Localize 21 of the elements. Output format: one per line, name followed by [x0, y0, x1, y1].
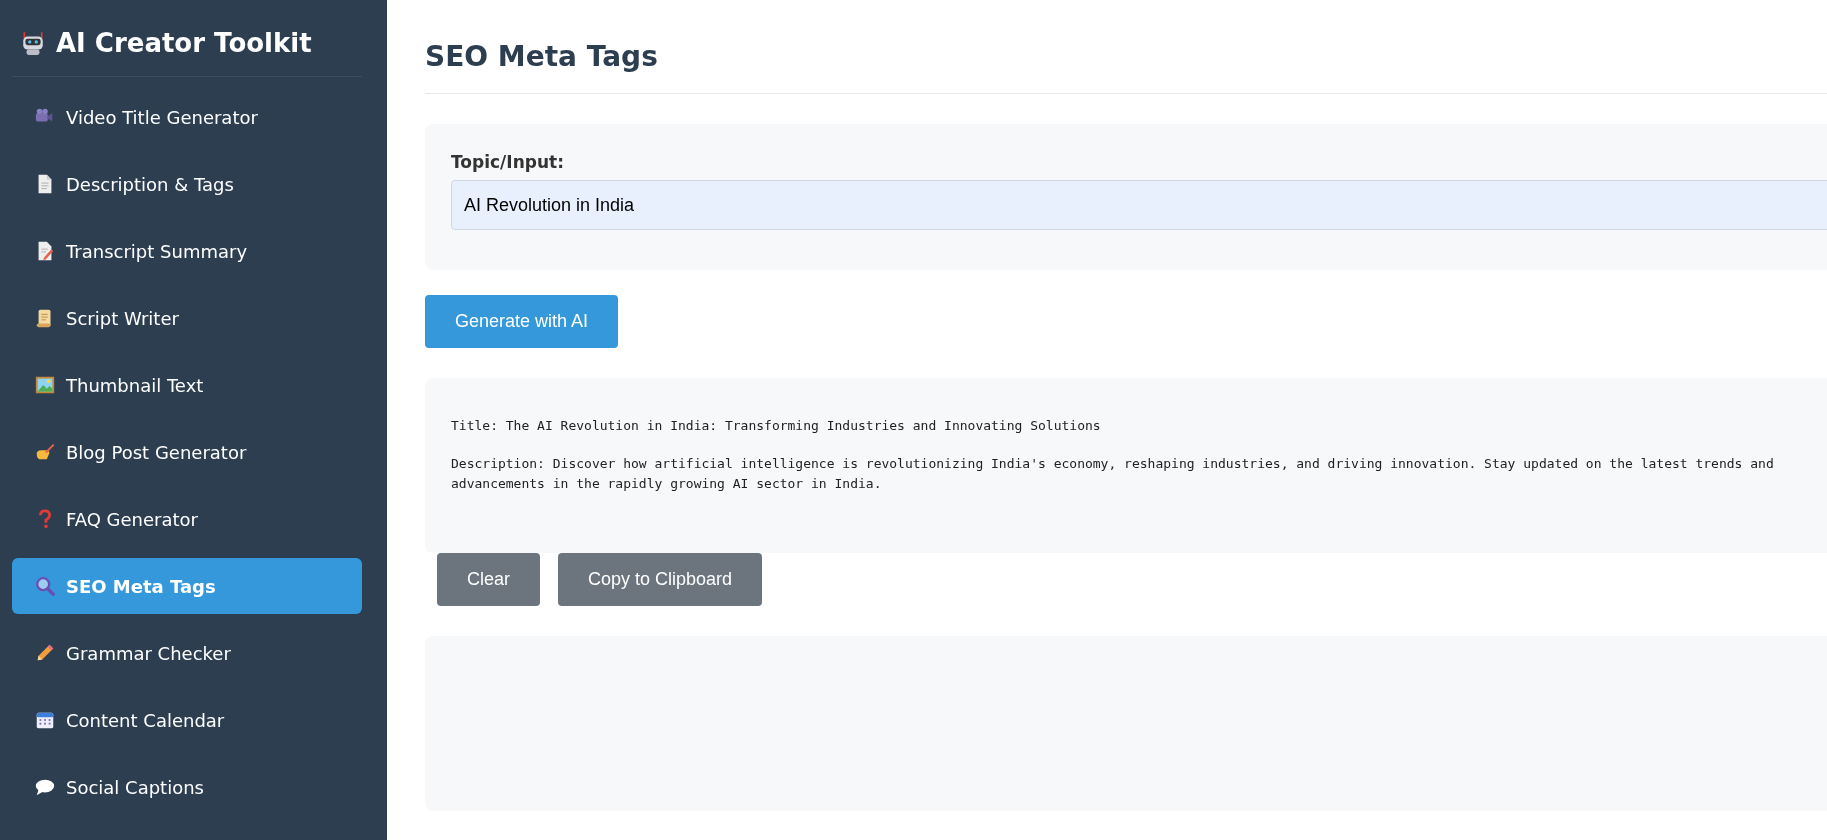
picture-icon	[34, 374, 56, 396]
sidebar-item[interactable]: Video Title Generator	[12, 89, 362, 145]
copy-button[interactable]: Copy to Clipboard	[558, 553, 763, 606]
sidebar-item[interactable]: Grammar Checker	[12, 625, 362, 681]
sidebar-item[interactable]: Script Writer	[12, 290, 362, 346]
field-label: Topic/Input:	[451, 152, 565, 172]
sidebar-item[interactable]: Content Calendar	[12, 692, 362, 748]
page-heading: SEO Meta Tags	[425, 0, 1827, 94]
sidebar-item[interactable]: Transcript Summary	[12, 223, 362, 279]
topic-input[interactable]: AI Revolution in India	[451, 180, 1827, 230]
sidebar-item[interactable]: Thumbnail Text	[12, 357, 362, 413]
sidebar-item[interactable]: FAQ Generator	[12, 491, 362, 547]
sidebar-item[interactable]: Blog Post Generator	[12, 424, 362, 480]
output-text: Title: The AI Revolution in India: Transforming Industries and Innovating Solutions	[451, 417, 1102, 435]
output-text: Description: Discover how artificial intelligence is revolutionizing India's economy, reshaping industries, and driving innovation. Stay updated on the latest trends and advancements in the rapidly growing AI sector in India.	[451, 455, 1775, 493]
clear-button[interactable]: Clear	[437, 553, 540, 606]
robot-icon	[20, 30, 46, 56]
app-title: AI Creator Toolkit	[56, 28, 312, 58]
sidebar-item[interactable]: Description & Tags	[12, 156, 362, 212]
sidebar-item[interactable]: Social Captions	[12, 759, 362, 815]
magnifier-icon	[34, 575, 56, 597]
